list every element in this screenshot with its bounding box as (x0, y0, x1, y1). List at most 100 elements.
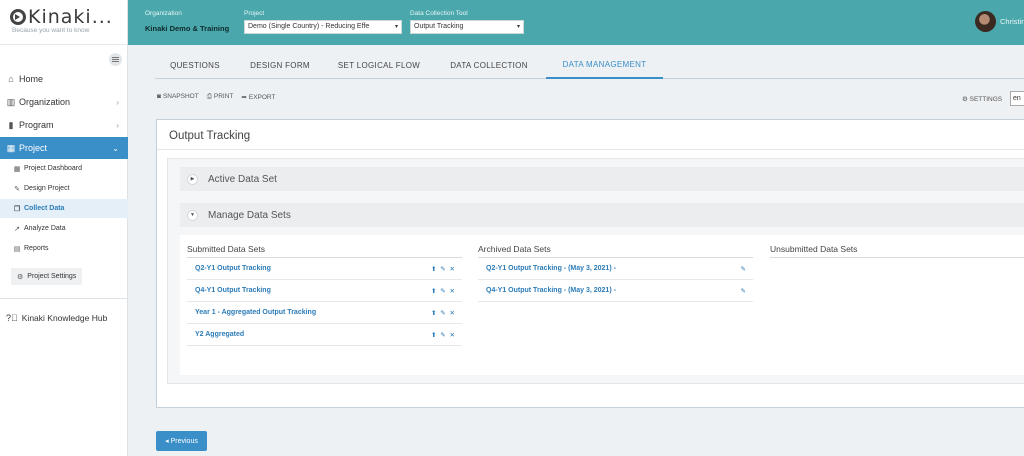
delete-icon[interactable]: ✕ (450, 288, 456, 295)
active-data-set-header[interactable]: ▶ Active Data Set (180, 167, 1024, 191)
sidebar-subitem-label: Project Dashboard (24, 165, 82, 172)
sidebar-subitem-label: Collect Data (24, 205, 65, 212)
upload-icon[interactable]: ⬆ (431, 266, 437, 273)
snapshot-button[interactable]: ◙ SNAPSHOT (157, 93, 199, 101)
settings-button[interactable]: ⚙ SETTINGS (962, 95, 1002, 103)
settings-label: SETTINGS (969, 96, 1003, 103)
organization-group: Organization Kinaki Demo & Training (145, 10, 229, 33)
user-menu[interactable]: Christine (975, 11, 1024, 32)
archived-row: Q2-Y1 Output Tracking - (May 3, 2021) - … (478, 258, 753, 280)
data-set-link[interactable]: Year 1 - Aggregated Output Tracking (187, 309, 431, 316)
export-button[interactable]: ➦ EXPORT (241, 93, 275, 101)
output-tracking-panel: Output Tracking ▶ Active Data Set ▼ Mana… (156, 119, 1024, 408)
data-set-link[interactable]: Q2-Y1 Output Tracking - (May 3, 2021) - (478, 265, 741, 272)
sidebar-subitem-label: Reports (24, 245, 49, 252)
previous-button[interactable]: ◂ Previous (156, 431, 207, 451)
tab-bar: QUESTIONS DESIGN FORM SET LOGICAL FLOW D… (155, 52, 1024, 79)
print-label: PRINT (213, 93, 234, 100)
project-select[interactable]: Demo (Single Country) - Reducing Effe ▾ (244, 20, 402, 34)
panel-title: Output Tracking (169, 130, 251, 142)
bars-icon: ▮ (8, 119, 14, 130)
project-label: Project (244, 10, 265, 17)
data-set-link[interactable]: Q4-Y1 Output Tracking (187, 287, 431, 294)
row-actions: ⬆ ✎ ✕ (431, 309, 462, 317)
language-select[interactable]: en (1010, 91, 1024, 106)
brand-name: Kinaki... (28, 6, 113, 28)
export-label: EXPORT (248, 94, 276, 101)
data-set-link[interactable]: Q2-Y1 Output Tracking (187, 265, 431, 272)
caret-down-icon: ▼ (187, 209, 198, 221)
knowledge-hub-link[interactable]: ?⃝ Kinaki Knowledge Hub (6, 313, 107, 323)
brand-logo[interactable]: Kinaki... (10, 6, 127, 28)
brand-tagline: Because you want to know (12, 27, 90, 34)
submitted-row: Year 1 - Aggregated Output Tracking ⬆ ✎ … (187, 302, 462, 324)
delete-icon[interactable]: ✕ (450, 266, 456, 273)
organization-label: Organization (145, 10, 182, 17)
data-set-link[interactable]: Y2 Aggregated (187, 331, 431, 338)
archived-row: Q4-Y1 Output Tracking - (May 3, 2021) - … (478, 280, 753, 302)
panel-divider (157, 149, 1024, 150)
chevron-down-icon: ⌄ (112, 143, 119, 153)
sidebar-subitem-design-project[interactable]: ✎ Design Project (0, 179, 128, 198)
row-actions: ⬆ ✎ ✕ (431, 265, 462, 273)
building-icon: ▥ (6, 96, 16, 107)
tab-data-management[interactable]: DATA MANAGEMENT (546, 52, 663, 79)
upload-icon[interactable]: ⬆ (431, 288, 437, 295)
print-button[interactable]: ⎙ PRINT (207, 93, 234, 101)
sidebar-item-program[interactable]: ▮ Program › (0, 114, 128, 136)
edit-icon[interactable]: ✎ (440, 266, 446, 273)
edit-icon[interactable]: ✎ (440, 310, 446, 317)
archived-data-sets-title: Archived Data Sets (478, 244, 551, 254)
project-settings-label: Project Settings (27, 273, 77, 280)
sidebar-collapse-button[interactable] (109, 53, 122, 66)
gear-icon: ⚙ (962, 96, 968, 103)
sidebar-item-label: Project (19, 143, 48, 153)
row-actions: ✎ (741, 287, 753, 295)
submitted-row: Y2 Aggregated ⬆ ✎ ✕ (187, 324, 462, 346)
project-settings-button[interactable]: ⚙ Project Settings (11, 268, 83, 285)
tab-design-form[interactable]: DESIGN FORM (235, 52, 325, 79)
delete-icon[interactable]: ✕ (450, 310, 456, 317)
caret-right-icon: ▶ (187, 173, 198, 185)
toolbar: ◙ SNAPSHOT ⎙ PRINT ➦ EXPORT (157, 93, 275, 101)
delete-icon[interactable]: ✕ (450, 332, 456, 339)
upload-icon[interactable]: ⬆ (431, 310, 437, 317)
sidebar-subitem-collect-data[interactable]: ❐ Collect Data (0, 199, 128, 218)
manage-data-sets-header[interactable]: ▼ Manage Data Sets (180, 203, 1024, 227)
project-select-value: Demo (Single Country) - Reducing Effe (248, 23, 370, 30)
sidebar-item-project[interactable]: ▦ Project ⌄ (0, 137, 128, 159)
camera-icon: ◙ (157, 93, 161, 100)
submitted-data-sets-title: Submitted Data Sets (187, 244, 265, 254)
sidebar-item-home[interactable]: ⌂ Home (0, 68, 128, 90)
sidebar-subitem-reports[interactable]: ▤ Reports (0, 239, 128, 258)
edit-icon[interactable]: ✎ (741, 288, 747, 295)
tab-questions[interactable]: QUESTIONS (155, 52, 235, 79)
active-data-set-label: Active Data Set (208, 173, 277, 185)
logo-area: Kinaki... Because you want to know (0, 0, 127, 45)
edit-icon[interactable]: ✎ (440, 332, 446, 339)
data-set-link[interactable]: Q4-Y1 Output Tracking - (May 3, 2021) - (478, 287, 741, 294)
chevron-down-icon: ▾ (392, 23, 398, 30)
edit-icon[interactable]: ✎ (440, 288, 446, 295)
upload-icon[interactable]: ⬆ (431, 332, 437, 339)
sidebar-item-organization[interactable]: ▥ Organization › (0, 91, 128, 113)
sidebar-subitem-project-dashboard[interactable]: ▦ Project Dashboard (0, 159, 128, 178)
tool-select[interactable]: Output Tracking ▾ (410, 20, 524, 34)
chevron-right-icon: › (116, 120, 119, 130)
tab-data-collection[interactable]: DATA COLLECTION (433, 52, 545, 79)
row-actions: ✎ (741, 265, 753, 273)
sidebar-item-label: Program (19, 120, 54, 130)
avatar (975, 11, 996, 32)
tool-group: Data Collection Tool Output Tracking ▾ (410, 10, 524, 34)
top-bar: Organization Kinaki Demo & Training Proj… (128, 0, 1024, 45)
data-sets-container: ▶ Active Data Set ▼ Manage Data Sets Sub… (167, 158, 1024, 384)
copy-icon: ❐ (13, 205, 21, 213)
unsubmitted-data-sets-title: Unsubmitted Data Sets (770, 244, 858, 254)
grid-icon: ▦ (6, 142, 16, 153)
line-chart-icon: ↗ (14, 225, 20, 233)
sidebar-subitem-analyze-data[interactable]: ↗ Analyze Data (0, 219, 128, 238)
document-icon: ▤ (13, 245, 21, 253)
tab-set-logical-flow[interactable]: SET LOGICAL FLOW (325, 52, 433, 79)
project-group: Project Demo (Single Country) - Reducing… (244, 10, 402, 34)
edit-icon[interactable]: ✎ (741, 266, 747, 273)
